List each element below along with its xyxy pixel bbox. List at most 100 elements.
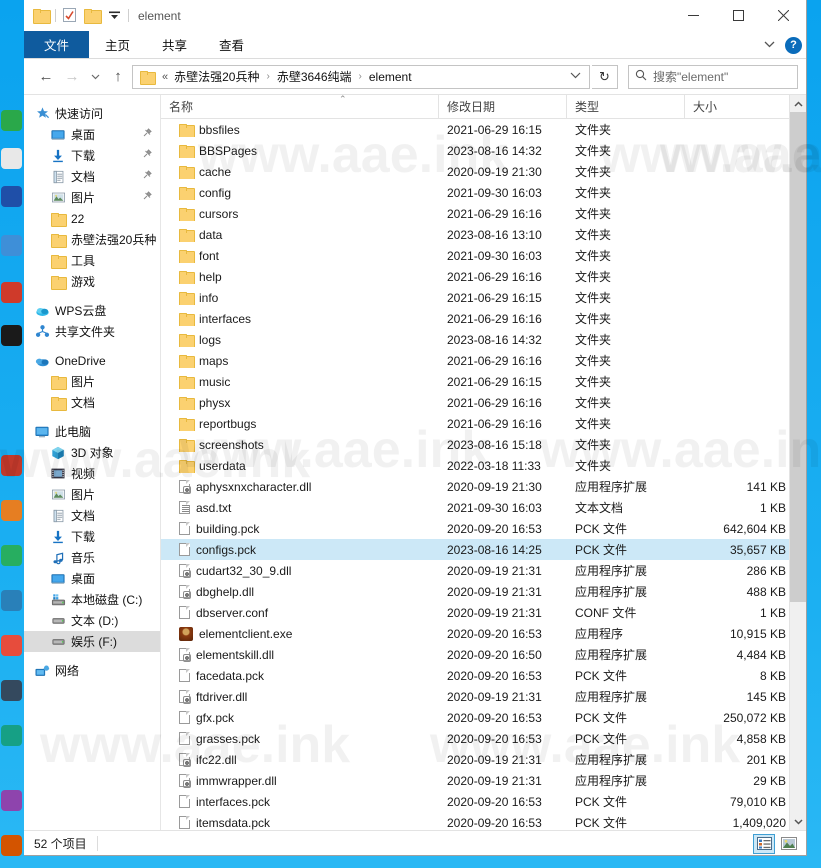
address-bar[interactable]: « 赤壁法强20兵种 › 赤壁3646纯端 › element (132, 64, 590, 89)
tab-view[interactable]: 查看 (203, 31, 260, 58)
sidebar-item-文档[interactable]: 文档 (24, 505, 160, 526)
sidebar-item-赤壁法强20兵种[interactable]: 赤壁法强20兵种 (24, 229, 160, 250)
file-name-cell[interactable]: reportbugs (161, 417, 439, 431)
navigation-pane[interactable]: 快速访问 桌面 下载 文档 图片 22 赤壁法强20兵种 工具 游戏 WPS云盘 共享文件夹 OneD… (24, 95, 160, 830)
file-name-cell[interactable]: userdata (161, 459, 439, 473)
sidebar-item-桌面[interactable]: 桌面 (24, 124, 160, 145)
sidebar-item-本地磁盘 (C:)[interactable]: 本地磁盘 (C:) (24, 589, 160, 610)
sidebar-group-WPS云盘[interactable]: WPS云盘 (24, 300, 160, 321)
recent-locations-button[interactable] (86, 65, 104, 89)
icon-11[interactable] (1, 635, 22, 656)
table-row[interactable]: facedata.pck 2020-09-20 16:53 PCK 文件 8 KB (161, 665, 806, 686)
file-name-cell[interactable]: cache (161, 165, 439, 179)
sidebar-item-娱乐 (F:)[interactable]: 娱乐 (F:) (24, 631, 160, 652)
table-row[interactable]: dbserver.conf 2020-09-19 21:31 CONF 文件 1 KB (161, 602, 806, 623)
file-name-cell[interactable]: help (161, 270, 439, 284)
sidebar-item-共享文件夹[interactable]: 共享文件夹 (24, 321, 160, 342)
breadcrumb-item-1[interactable]: 赤壁法强20兵种 (172, 68, 261, 85)
table-row[interactable]: logs 2023-08-16 14:32 文件夹 (161, 329, 806, 350)
sidebar-item-音乐[interactable]: 音乐 (24, 547, 160, 568)
table-row[interactable]: cudart32_30_9.dll 2020-09-19 21:31 应用程序扩展 2… (161, 560, 806, 581)
address-dropdown-icon[interactable] (566, 71, 585, 82)
table-row[interactable]: music 2021-06-29 16:15 文件夹 (161, 371, 806, 392)
column-header-name[interactable]: 名称 (161, 94, 439, 119)
file-name-cell[interactable]: music (161, 375, 439, 389)
table-row[interactable]: building.pck 2020-09-20 16:53 PCK 文件 642,60… (161, 518, 806, 539)
folder-icon[interactable] (30, 5, 52, 27)
close-button[interactable] (761, 0, 806, 31)
sidebar-item-文本 (D:)[interactable]: 文本 (D:) (24, 610, 160, 631)
table-row[interactable]: config 2021-09-30 16:03 文件夹 (161, 182, 806, 203)
sidebar-item-3D 对象[interactable]: 3D 对象 (24, 442, 160, 463)
sidebar-item-下载[interactable]: 下载 (24, 145, 160, 166)
file-name-cell[interactable]: cudart32_30_9.dll (161, 564, 439, 578)
tab-share[interactable]: 共享 (146, 31, 203, 58)
column-header-date[interactable]: 修改日期 (439, 94, 567, 119)
file-name-cell[interactable]: building.pck (161, 522, 439, 536)
file-name-cell[interactable]: facedata.pck (161, 669, 439, 683)
file-name-cell[interactable]: dbserver.conf (161, 606, 439, 620)
table-row[interactable]: aphysxnxcharacter.dll 2020-09-19 21:30 应用程… (161, 476, 806, 497)
table-row[interactable]: font 2021-09-30 16:03 文件夹 (161, 245, 806, 266)
icon-1[interactable] (1, 110, 22, 131)
icon-6[interactable] (1, 325, 22, 346)
file-name-cell[interactable]: interfaces (161, 312, 439, 326)
table-row[interactable]: help 2021-06-29 16:16 文件夹 (161, 266, 806, 287)
breadcrumb-separator[interactable]: › (356, 71, 365, 82)
scroll-up-arrow[interactable] (790, 95, 806, 112)
file-name-cell[interactable]: dbghelp.dll (161, 585, 439, 599)
search-box[interactable]: 搜索"element" (628, 64, 798, 89)
icon-7[interactable] (1, 455, 22, 476)
sidebar-item-图片[interactable]: 图片 (24, 484, 160, 505)
table-row[interactable]: immwrapper.dll 2020-09-19 21:31 应用程序扩展 29 K… (161, 770, 806, 791)
column-header-size[interactable]: 大小 (685, 94, 798, 119)
sidebar-group-网络[interactable]: 网络 (24, 660, 160, 681)
forward-button[interactable]: → (60, 65, 84, 89)
table-row[interactable]: maps 2021-06-29 16:16 文件夹 (161, 350, 806, 371)
pin-icon[interactable] (142, 128, 152, 141)
table-row[interactable]: bbsfiles 2021-06-29 16:15 文件夹 (161, 119, 806, 140)
file-name-cell[interactable]: cursors (161, 207, 439, 221)
file-name-cell[interactable]: elementskill.dll (161, 648, 439, 662)
file-name-cell[interactable]: bbsfiles (161, 123, 439, 137)
vertical-scrollbar[interactable] (789, 95, 806, 830)
file-name-cell[interactable]: maps (161, 354, 439, 368)
table-row[interactable]: itemsdata.pck 2020-09-20 16:53 PCK 文件 1,409… (161, 812, 806, 830)
table-row[interactable]: screenshots 2023-08-16 15:18 文件夹 (161, 434, 806, 455)
breadcrumb-item-3[interactable]: element (367, 70, 414, 84)
file-name-cell[interactable]: logs (161, 333, 439, 347)
details-view-button[interactable] (753, 833, 775, 854)
file-name-cell[interactable]: config (161, 186, 439, 200)
properties-icon[interactable] (59, 5, 81, 27)
sidebar-item-22[interactable]: 22 (24, 208, 160, 229)
sidebar-item-下载[interactable]: 下载 (24, 526, 160, 547)
new-folder-icon[interactable] (81, 5, 103, 27)
scroll-down-arrow[interactable] (790, 813, 806, 830)
table-row[interactable]: reportbugs 2021-06-29 16:16 文件夹 (161, 413, 806, 434)
sidebar-item-文档[interactable]: 文档 (24, 166, 160, 187)
table-row[interactable]: cache 2020-09-19 21:30 文件夹 (161, 161, 806, 182)
maximize-button[interactable] (716, 0, 761, 31)
file-name-cell[interactable]: BBSPages (161, 144, 439, 158)
table-row[interactable]: ifc22.dll 2020-09-19 21:31 应用程序扩展 201 KB (161, 749, 806, 770)
table-row[interactable]: dbghelp.dll 2020-09-19 21:31 应用程序扩展 488 KB (161, 581, 806, 602)
table-row[interactable]: elementskill.dll 2020-09-20 16:50 应用程序扩展 4,… (161, 644, 806, 665)
icon-5[interactable] (1, 282, 22, 303)
table-row[interactable]: data 2023-08-16 13:10 文件夹 (161, 224, 806, 245)
table-row[interactable]: asd.txt 2021-09-30 16:03 文本文档 1 KB (161, 497, 806, 518)
tab-file[interactable]: 文件 (24, 31, 90, 58)
file-name-cell[interactable]: elementclient.exe (161, 626, 439, 641)
pin-icon[interactable] (142, 170, 152, 183)
refresh-button[interactable]: ↻ (592, 64, 618, 89)
help-icon[interactable]: ? (785, 36, 802, 54)
file-name-cell[interactable]: interfaces.pck (161, 795, 439, 809)
table-row[interactable]: interfaces 2021-06-29 16:16 文件夹 (161, 308, 806, 329)
scrollbar-thumb[interactable] (790, 112, 806, 602)
file-name-cell[interactable]: physx (161, 396, 439, 410)
breadcrumb-separator[interactable]: › (263, 71, 272, 82)
file-name-cell[interactable]: info (161, 291, 439, 305)
up-button[interactable]: ↑ (106, 65, 130, 89)
back-button[interactable]: ← (34, 65, 58, 89)
column-header-type[interactable]: 类型 (567, 94, 685, 119)
large-icons-view-button[interactable] (778, 834, 800, 854)
